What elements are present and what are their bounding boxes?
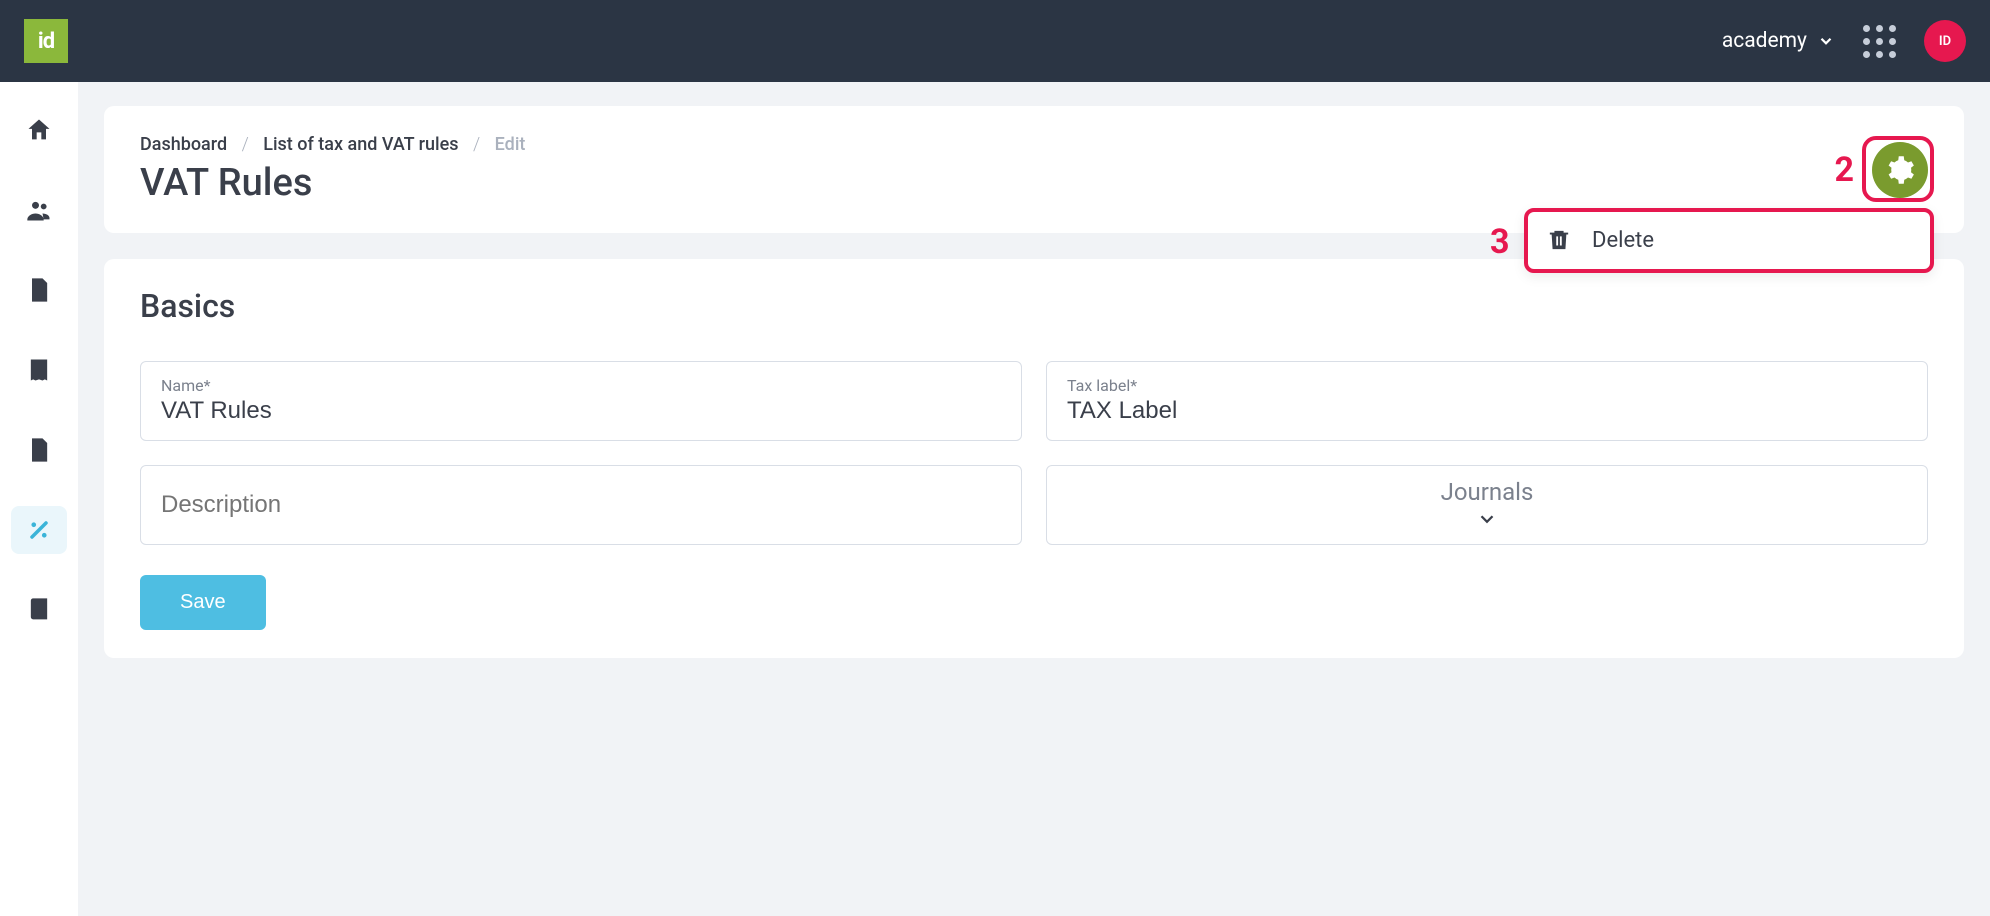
- settings-dropdown[interactable]: 3 Delete: [1524, 208, 1934, 273]
- name-input[interactable]: [161, 397, 1001, 425]
- main-content: Dashboard / List of tax and VAT rules / …: [78, 82, 1990, 916]
- header-card: Dashboard / List of tax and VAT rules / …: [104, 106, 1964, 233]
- chevron-down-icon: [1476, 508, 1498, 530]
- sidebar-home-icon[interactable]: [11, 106, 67, 154]
- trash-icon: [1548, 229, 1570, 251]
- breadcrumb-list[interactable]: List of tax and VAT rules: [263, 134, 458, 155]
- annotation-step-2: 2: [1834, 150, 1854, 190]
- description-field-wrap[interactable]: [140, 465, 1022, 545]
- breadcrumb-dashboard[interactable]: Dashboard: [140, 134, 227, 155]
- settings-button[interactable]: [1872, 142, 1928, 198]
- taxlabel-label: Tax label*: [1067, 376, 1907, 395]
- breadcrumb: Dashboard / List of tax and VAT rules / …: [140, 134, 525, 155]
- header-left: Dashboard / List of tax and VAT rules / …: [140, 134, 525, 205]
- sidebar-users-icon[interactable]: [11, 186, 67, 234]
- taxlabel-field-wrap[interactable]: Tax label*: [1046, 361, 1928, 441]
- journals-field-wrap[interactable]: Journals: [1046, 465, 1928, 545]
- name-label: Name*: [161, 376, 1001, 395]
- description-input[interactable]: [161, 491, 1001, 519]
- delete-label: Delete: [1592, 228, 1654, 253]
- form-grid: Name* Tax label* Journals: [140, 361, 1928, 545]
- settings-button-wrap: 2 3 Delete: [1872, 142, 1928, 198]
- name-field-wrap[interactable]: Name*: [140, 361, 1022, 441]
- sidebar-percent-icon[interactable]: [11, 506, 67, 554]
- sidebar-receipt-icon[interactable]: [11, 346, 67, 394]
- taxlabel-input[interactable]: [1067, 397, 1907, 425]
- breadcrumb-sep: /: [473, 134, 480, 155]
- breadcrumb-current: Edit: [495, 134, 526, 155]
- tenant-switcher[interactable]: academy: [1722, 29, 1835, 53]
- form-card: Basics Name* Tax label* Journals: [104, 259, 1964, 658]
- breadcrumb-sep: /: [242, 134, 249, 155]
- chevron-down-icon: [1817, 32, 1835, 50]
- logo[interactable]: id: [24, 19, 68, 63]
- main-layout: Dashboard / List of tax and VAT rules / …: [0, 82, 1990, 916]
- apps-grid-icon[interactable]: [1863, 25, 1896, 58]
- page-title: VAT Rules: [140, 161, 525, 205]
- sidebar-book-icon[interactable]: [11, 586, 67, 634]
- gear-icon: [1885, 155, 1915, 185]
- topbar: id academy ID: [0, 0, 1990, 82]
- sidebar: [0, 82, 78, 916]
- annotation-step-3: 3: [1490, 222, 1510, 262]
- topbar-right-group: academy ID: [1722, 20, 1966, 62]
- section-title: Basics: [140, 287, 1928, 325]
- sidebar-document-icon[interactable]: [11, 266, 67, 314]
- save-button[interactable]: Save: [140, 575, 266, 630]
- sidebar-invoice-icon[interactable]: [11, 426, 67, 474]
- journals-placeholder: Journals: [1441, 478, 1534, 506]
- avatar[interactable]: ID: [1924, 20, 1966, 62]
- tenant-label: academy: [1722, 29, 1807, 53]
